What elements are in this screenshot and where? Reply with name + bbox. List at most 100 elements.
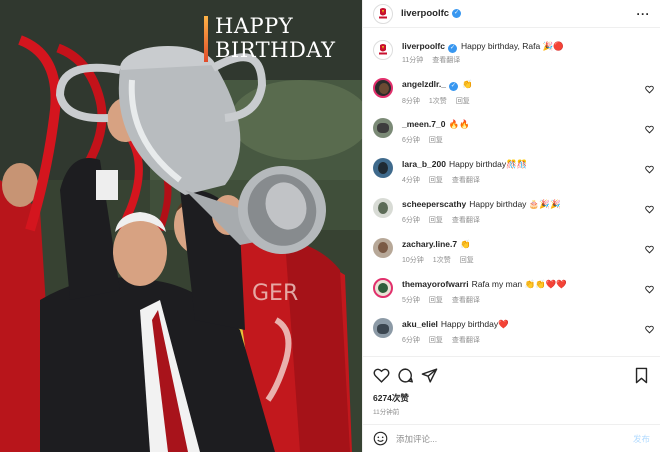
- more-options-icon[interactable]: ···: [637, 7, 651, 21]
- comment-reply-link[interactable]: 回复: [429, 135, 443, 145]
- comments-list[interactable]: liverpoolfc ✓ Happy birthday, Rafa 🎉🔴 11分钟…: [363, 28, 660, 356]
- comment-text: 🔥🔥: [448, 119, 470, 129]
- add-comment-input[interactable]: [396, 433, 633, 444]
- bookmark-icon[interactable]: [633, 367, 650, 384]
- comment-username[interactable]: angelzdlr._: [402, 79, 446, 89]
- comment-row: zachary.line.7 👏 10分钟 1次赞 回复: [373, 238, 654, 265]
- comment-text: Happy birthday🎊🎊: [448, 159, 528, 169]
- emoji-icon[interactable]: [373, 431, 388, 446]
- comment-translate-link[interactable]: 查看翻译: [452, 295, 480, 305]
- caption-text: Happy birthday, Rafa 🎉🔴: [460, 41, 564, 51]
- action-icons-row: [363, 357, 660, 384]
- comment-time: 6分钟: [402, 137, 420, 144]
- comment-like-heart-icon[interactable]: [645, 205, 654, 214]
- comment-avatar[interactable]: [373, 118, 393, 138]
- comment-username[interactable]: aku_eliel: [402, 319, 438, 329]
- post-photo: GER HAPPY BIRTHDAY: [0, 0, 362, 452]
- verified-badge-icon: ✓: [452, 9, 462, 18]
- comment-time: 5分钟: [402, 297, 420, 304]
- comment-time: 6分钟: [402, 217, 420, 224]
- comment-body: zachary.line.7 👏 10分钟 1次赞 回复: [402, 238, 654, 265]
- comment-row: _meen.7_0 🔥🔥 6分钟 回复: [373, 118, 654, 145]
- comment-meta: 4分钟 回复 查看翻译: [402, 175, 654, 185]
- comment-like-heart-icon[interactable]: [645, 325, 654, 334]
- caption-body: liverpoolfc ✓ Happy birthday, Rafa 🎉🔴 11分钟…: [402, 40, 654, 65]
- comment-avatar[interactable]: [373, 198, 393, 218]
- instagram-post-view: GER HAPPY BIRTHDAY liverpoolfc ✓ ··· liv…: [0, 0, 660, 452]
- comment-reply-link[interactable]: 回复: [460, 255, 474, 265]
- comment-like-heart-icon[interactable]: [645, 165, 654, 174]
- post-comment-button[interactable]: 发布: [633, 433, 650, 445]
- comment-meta: 10分钟 1次赞 回复: [402, 255, 654, 265]
- comment-line: lara_b_200 Happy birthday🎊🎊: [402, 158, 654, 170]
- liverpoolfc-avatar[interactable]: [373, 3, 393, 24]
- svg-text:GER: GER: [252, 281, 298, 306]
- comment-meta: 6分钟 回复 查看翻译: [402, 335, 654, 345]
- comment-icon[interactable]: [397, 367, 414, 384]
- comment-avatar[interactable]: [373, 278, 393, 298]
- comment-translate-link[interactable]: 查看翻译: [452, 335, 480, 345]
- comment-username[interactable]: scheeperscathy: [402, 199, 466, 209]
- comment-avatar[interactable]: [373, 238, 393, 258]
- caption-line: liverpoolfc ✓ Happy birthday, Rafa 🎉🔴: [402, 40, 654, 53]
- lfc-crest-icon: [379, 44, 387, 55]
- comment-body: themayorofwarri Rafa my man 👏👏❤️❤️ 5分钟 回复…: [402, 278, 654, 305]
- comment-like-heart-icon[interactable]: [645, 85, 654, 94]
- comment-text: 👏: [461, 79, 473, 89]
- headline-accent-bar: [204, 16, 208, 62]
- header-username[interactable]: liverpoolfc: [401, 8, 449, 19]
- comment-reply-link[interactable]: 回复: [429, 175, 443, 185]
- lfc-crest-icon: [379, 7, 387, 18]
- verified-badge-icon: ✓: [447, 44, 457, 53]
- comment-reply-link[interactable]: 回复: [456, 96, 470, 106]
- comment-row: scheeperscathy Happy birthday 🎂🎉🎉 6分钟 回复 …: [373, 198, 654, 225]
- caption-meta: 11分钟 查看翻译: [402, 55, 654, 65]
- comment-reply-link[interactable]: 回复: [429, 295, 443, 305]
- post-header: liverpoolfc ✓ ···: [363, 0, 660, 28]
- comment-line: angelzdlr._ ✓ 👏: [402, 78, 654, 91]
- headline-line-1: HAPPY: [215, 14, 294, 38]
- comment-likes[interactable]: 1次赞: [433, 255, 451, 265]
- comment-avatar[interactable]: [373, 158, 393, 178]
- comment-username[interactable]: _meen.7_0: [402, 119, 445, 129]
- comment-body: angelzdlr._ ✓ 👏 8分钟 1次赞 回复: [402, 78, 654, 106]
- comment-row: aku_eliel Happy birthday❤️ 6分钟 回复 查看翻译: [373, 318, 654, 345]
- comment-meta: 6分钟 回复 查看翻译: [402, 215, 654, 225]
- comment-avatar[interactable]: [373, 318, 393, 338]
- comment-time: 8分钟: [402, 98, 420, 105]
- headline-text: HAPPY BIRTHDAY: [215, 14, 336, 62]
- comment-time: 6分钟: [402, 337, 420, 344]
- post-timestamp: 11分钟前: [373, 409, 400, 416]
- comment-reply-link[interactable]: 回复: [429, 215, 443, 225]
- comment-translate-link[interactable]: 查看翻译: [452, 215, 480, 225]
- add-comment-bar: 发布: [363, 424, 660, 452]
- comment-reply-link[interactable]: 回复: [429, 335, 443, 345]
- share-icon[interactable]: [421, 367, 438, 384]
- comment-avatar[interactable]: [373, 78, 393, 98]
- comment-username[interactable]: lara_b_200: [402, 159, 446, 169]
- comment-translate-link[interactable]: 查看翻译: [452, 175, 480, 185]
- comment-text: Happy birthday❤️: [440, 319, 509, 329]
- comment-body: scheeperscathy Happy birthday 🎂🎉🎉 6分钟 回复 …: [402, 198, 654, 225]
- comment-text: 👏: [460, 239, 471, 249]
- comment-row: lara_b_200 Happy birthday🎊🎊 4分钟 回复 查看翻译: [373, 158, 654, 185]
- comment-time: 4分钟: [402, 177, 420, 184]
- comment-meta: 8分钟 1次赞 回复: [402, 96, 654, 106]
- comment-like-heart-icon[interactable]: [645, 245, 654, 254]
- comment-like-heart-icon[interactable]: [645, 125, 654, 134]
- post-actions: 6274次赞 11分钟前 发布: [363, 356, 660, 452]
- comment-text: Rafa my man 👏👏❤️❤️: [471, 279, 567, 289]
- caption-avatar[interactable]: [373, 40, 393, 60]
- comment-likes[interactable]: 1次赞: [429, 96, 447, 106]
- comment-row: themayorofwarri Rafa my man 👏👏❤️❤️ 5分钟 回复…: [373, 278, 654, 305]
- comment-like-heart-icon[interactable]: [645, 285, 654, 294]
- comment-username[interactable]: zachary.line.7: [402, 239, 457, 249]
- comment-text: Happy birthday 🎂🎉🎉: [469, 199, 561, 209]
- heart-icon[interactable]: [373, 367, 390, 384]
- comment-line: _meen.7_0 🔥🔥: [402, 118, 654, 130]
- comment-row: angelzdlr._ ✓ 👏 8分钟 1次赞 回复: [373, 78, 654, 106]
- caption-translate-link[interactable]: 查看翻译: [432, 55, 460, 65]
- likes-count[interactable]: 6274次赞: [363, 384, 660, 404]
- caption-username[interactable]: liverpoolfc: [402, 41, 445, 51]
- comment-username[interactable]: themayorofwarri: [402, 279, 469, 289]
